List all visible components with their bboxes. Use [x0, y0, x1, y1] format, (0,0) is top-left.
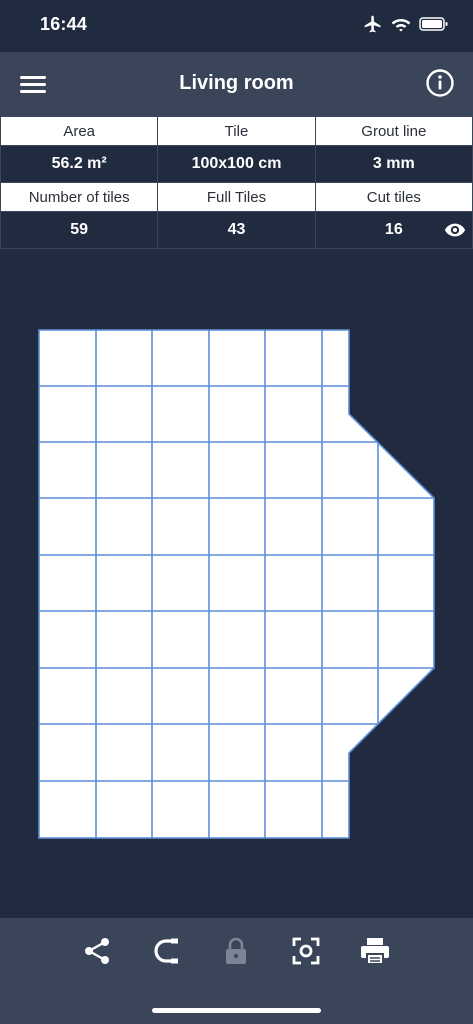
- lock-button[interactable]: [219, 934, 253, 968]
- nav-bar: Living room: [0, 52, 473, 116]
- tiles-count-label: Number of tiles: [0, 182, 159, 212]
- cut-tiles-value: 16: [384, 221, 403, 238]
- cut-tiles-cell: 16: [314, 211, 473, 249]
- page-title: Living room: [179, 72, 294, 94]
- magnet-button[interactable]: [149, 934, 183, 968]
- print-icon: [361, 938, 389, 965]
- full-tiles-value: 43: [157, 211, 316, 249]
- focus-button[interactable]: [289, 934, 323, 968]
- status-time: 16:44: [40, 14, 88, 34]
- eye-icon[interactable]: [444, 221, 466, 239]
- wifi-icon: [391, 19, 411, 32]
- tiles-count-value: 59: [0, 211, 159, 249]
- info-table: Area Tile Grout line 56.2 m² 100x100 cm …: [0, 116, 473, 249]
- cut-tiles-label: Cut tiles: [314, 182, 473, 212]
- battery-icon: [419, 17, 448, 31]
- info-icon[interactable]: [425, 68, 455, 98]
- print-button[interactable]: [358, 934, 392, 968]
- tile-plan[interactable]: [0, 250, 473, 918]
- grout-value: 3 mm: [314, 145, 473, 183]
- status-icons: [363, 14, 449, 34]
- share-button[interactable]: [80, 934, 114, 968]
- full-tiles-label: Full Tiles: [157, 182, 316, 212]
- status-bar: 16:44: [0, 0, 473, 52]
- grout-label: Grout line: [314, 116, 473, 146]
- area-value: 56.2 m²: [0, 145, 159, 183]
- focus-icon: [292, 937, 320, 965]
- airplane-icon: [364, 15, 381, 33]
- tile-label: Tile: [157, 116, 316, 146]
- lock-icon: [226, 937, 246, 964]
- area-label: Area: [0, 116, 159, 146]
- home-indicator[interactable]: [152, 1008, 321, 1013]
- room-floor: [38, 329, 435, 839]
- tile-value: 100x100 cm: [157, 145, 316, 183]
- share-icon: [85, 938, 109, 964]
- magnet-icon: [154, 938, 178, 964]
